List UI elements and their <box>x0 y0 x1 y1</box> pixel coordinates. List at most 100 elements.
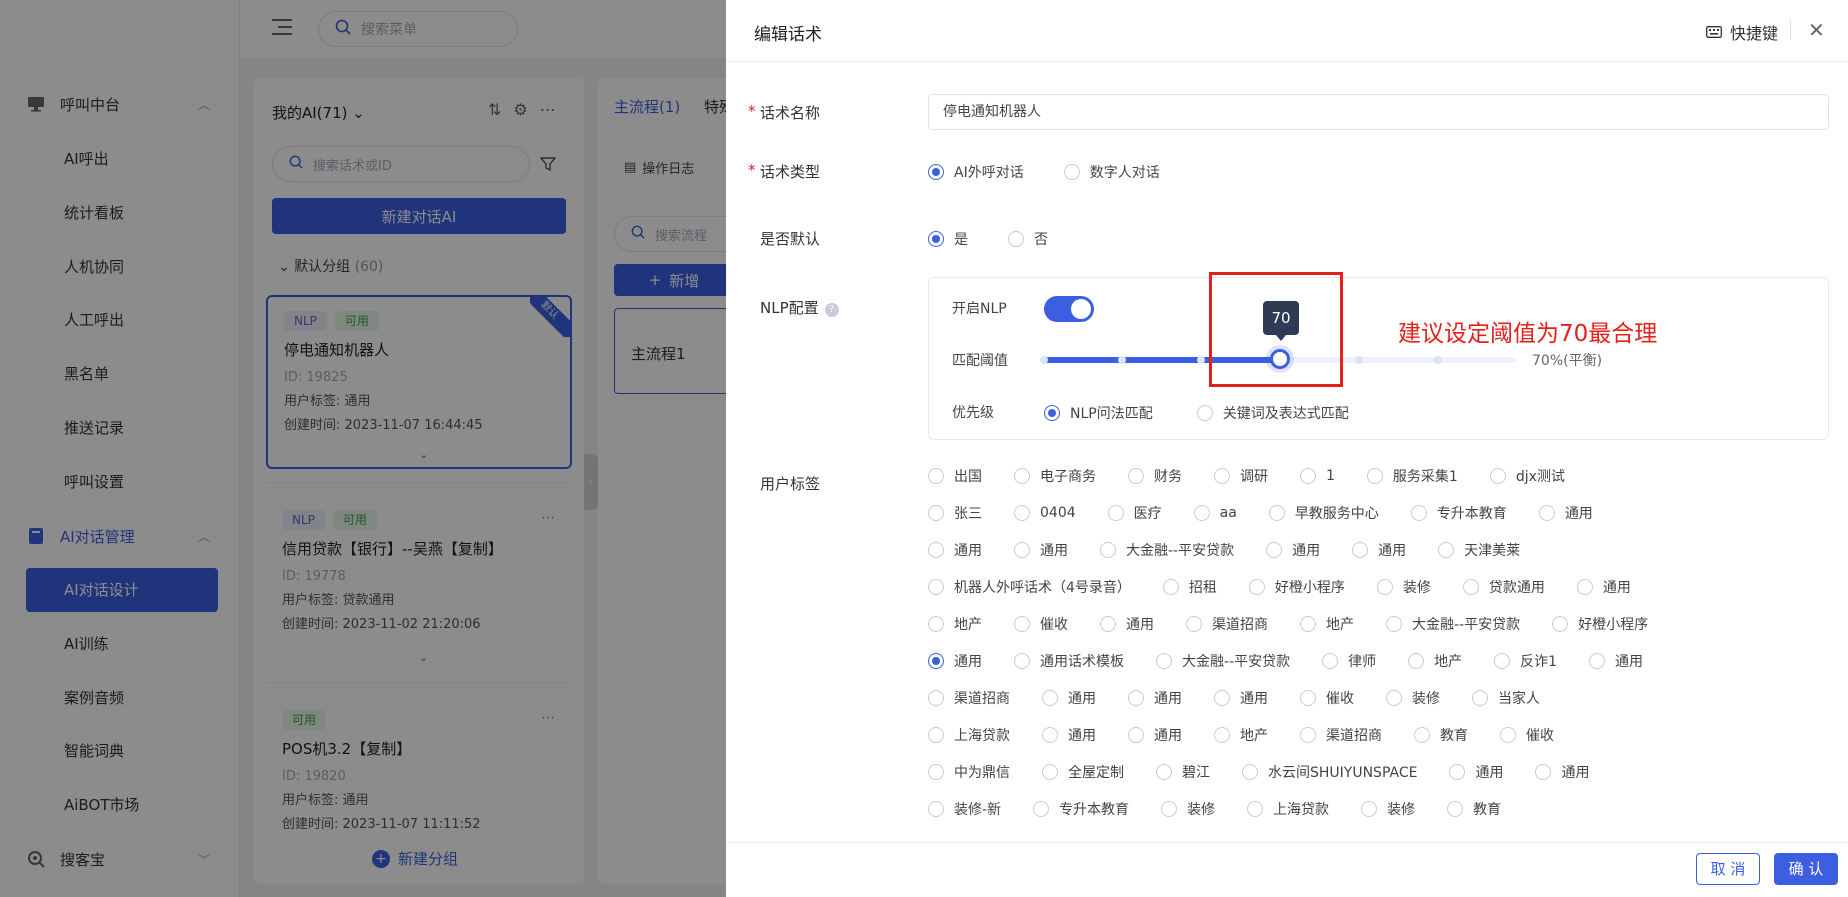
user-tag-option[interactable]: 通用话术模板 <box>1014 651 1124 671</box>
user-tag-option[interactable]: 大金融--平安贷款 <box>1386 614 1520 634</box>
user-tag-label: 水云间SHUIYUNSPACE <box>1268 765 1418 781</box>
user-tag-label: 地产 <box>954 617 982 633</box>
user-tag-option[interactable]: 地产 <box>1214 725 1268 745</box>
user-tag-option[interactable]: 通用 <box>1535 762 1589 782</box>
user-tag-option[interactable]: 装修 <box>1386 688 1440 708</box>
slider-mark <box>1355 356 1363 364</box>
user-tag-option[interactable]: 大金融--平安贷款 <box>1156 651 1290 671</box>
user-tag-option[interactable]: 调研 <box>1214 466 1268 486</box>
radio-ai-outbound[interactable]: AI外呼对话 <box>928 162 1024 182</box>
user-tag-label: 教育 <box>1440 728 1468 744</box>
user-tag-label: 1 <box>1326 468 1335 484</box>
user-tag-option[interactable]: 水云间SHUIYUNSPACE <box>1242 762 1417 782</box>
user-tag-row: 地产 催收 通用 渠道招商 地产 大金融--平安贷款 好橙小程序 <box>928 609 1680 639</box>
user-tag-label: 通用 <box>1292 543 1321 559</box>
user-tag-option[interactable]: 通用 <box>1352 540 1406 560</box>
user-tag-row: 渠道招商 通用 通用 通用 催收 装修 当家人 <box>928 683 1572 713</box>
user-tag-option[interactable]: aa <box>1193 505 1237 521</box>
user-tag-option[interactable]: 好橙小程序 <box>1248 577 1345 597</box>
user-tag-option[interactable]: 医疗 <box>1107 503 1162 523</box>
user-tag-label: 出国 <box>954 469 982 485</box>
user-tag-option[interactable]: 上海贷款 <box>928 725 1010 745</box>
user-tag-option[interactable]: 中为鼎信 <box>928 762 1010 782</box>
radio-keyword-match[interactable]: 关键词及表达式匹配 <box>1196 403 1349 423</box>
user-tag-option[interactable]: 地产 <box>1300 614 1354 634</box>
radio-no[interactable]: 否 <box>1008 229 1048 249</box>
user-tag-option[interactable]: 通用 <box>1449 762 1503 782</box>
user-tag-option[interactable]: 反诈1 <box>1494 651 1557 671</box>
user-tag-label: 通用 <box>1475 765 1504 781</box>
shortcut-button[interactable]: 快捷键 <box>1706 20 1778 44</box>
divider <box>1790 20 1791 40</box>
user-tag-option[interactable]: 服务采集1 <box>1366 466 1458 486</box>
user-tag-option[interactable]: 贷款通用 <box>1462 577 1545 597</box>
user-tag-option[interactable]: 律师 <box>1322 651 1376 671</box>
radio-label: AI外呼对话 <box>954 165 1024 181</box>
user-tag-option[interactable]: 通用 <box>1014 540 1068 560</box>
user-tag-option[interactable]: 通用 <box>1042 725 1096 745</box>
user-tag-option[interactable]: 通用 <box>1266 540 1320 560</box>
user-tag-option[interactable]: 天津美莱 <box>1438 540 1520 560</box>
user-tag-option[interactable]: 通用 <box>1589 651 1643 671</box>
user-tag-option[interactable]: 1 <box>1300 468 1335 484</box>
radio-label: 否 <box>1034 232 1048 248</box>
user-tag-option[interactable]: 通用 <box>1042 688 1096 708</box>
user-tag-option[interactable]: 大金融--平安贷款 <box>1100 540 1234 560</box>
user-tag-option[interactable]: 催收 <box>1500 725 1554 745</box>
user-tag-label: 中为鼎信 <box>954 765 1010 781</box>
user-tag-label: 通用 <box>954 543 982 559</box>
user-tag-option[interactable]: 通用 <box>1214 688 1268 708</box>
help-icon[interactable]: ? <box>824 303 839 317</box>
cancel-button[interactable]: 取 消 <box>1696 853 1760 885</box>
user-tag-option[interactable]: 教育 <box>1447 799 1501 819</box>
user-tag-option[interactable]: 通用 <box>1128 688 1182 708</box>
user-tag-option[interactable]: 通用 <box>1128 725 1182 745</box>
close-icon[interactable]: ✕ <box>1808 18 1825 42</box>
user-tag-option[interactable]: 全屋定制 <box>1042 762 1124 782</box>
user-tag-option[interactable]: 装修-新 <box>928 799 1001 819</box>
user-tag-option[interactable]: 好橙小程序 <box>1552 614 1648 634</box>
user-tag-option[interactable]: 渠道招商 <box>928 688 1010 708</box>
user-tag-option[interactable]: 招租 <box>1162 577 1217 597</box>
user-tag-label: 装修 <box>1387 802 1416 818</box>
user-tag-option[interactable]: 电子商务 <box>1014 466 1096 486</box>
user-tag-option[interactable]: 当家人 <box>1472 688 1540 708</box>
user-tag-option[interactable]: 地产 <box>928 614 982 634</box>
radio-nlp-match[interactable]: NLP问法匹配 <box>1044 403 1153 423</box>
radio-digital-human[interactable]: 数字人对话 <box>1063 162 1160 182</box>
user-tag-option[interactable]: 催收 <box>1014 614 1068 634</box>
user-tag-option[interactable]: 通用 <box>1100 614 1154 634</box>
user-tag-label: 大金融--平安贷款 <box>1126 543 1235 559</box>
nlp-toggle[interactable] <box>1044 296 1094 322</box>
user-tag-option[interactable]: djx测试 <box>1489 466 1565 486</box>
user-tag-option[interactable]: 财务 <box>1128 466 1182 486</box>
user-tag-option[interactable]: 0404 <box>1014 505 1076 521</box>
user-tag-option[interactable]: 专升本教育 <box>1410 503 1507 523</box>
user-tag-option[interactable]: 上海贷款 <box>1247 799 1329 819</box>
confirm-button[interactable]: 确 认 <box>1774 853 1838 885</box>
user-tag-option[interactable]: 专升本教育 <box>1033 799 1129 819</box>
user-tag-option[interactable]: 通用 <box>1538 503 1593 523</box>
user-tag-option[interactable]: 催收 <box>1300 688 1354 708</box>
user-tag-option[interactable]: 渠道招商 <box>1186 614 1268 634</box>
user-tag-option[interactable]: 机器人外呼话术（4号录音） <box>928 577 1131 597</box>
user-tag-option[interactable]: 通用 <box>928 540 982 560</box>
user-tag-option[interactable]: 早教服务中心 <box>1268 503 1379 523</box>
annotation-box <box>1209 272 1343 387</box>
user-tag-option[interactable]: 装修 <box>1361 799 1415 819</box>
drawer-footer <box>726 843 1848 897</box>
user-tag-option[interactable]: 通用 <box>1576 577 1631 597</box>
user-tag-label: 贷款通用 <box>1488 580 1545 596</box>
user-tag-option[interactable]: 通用 <box>928 651 982 671</box>
user-tag-option[interactable]: 装修 <box>1376 577 1431 597</box>
user-tag-option[interactable]: 渠道招商 <box>1300 725 1382 745</box>
script-name-input[interactable]: 停电通知机器人 <box>928 94 1829 130</box>
user-tag-option[interactable]: 装修 <box>1161 799 1215 819</box>
user-tag-option[interactable]: 张三 <box>928 503 982 523</box>
user-tag-option[interactable]: 教育 <box>1414 725 1468 745</box>
user-tag-label: 催收 <box>1040 617 1068 633</box>
user-tag-option[interactable]: 地产 <box>1408 651 1462 671</box>
user-tag-option[interactable]: 碧江 <box>1156 762 1210 782</box>
user-tag-option[interactable]: 出国 <box>928 466 982 486</box>
radio-yes[interactable]: 是 <box>928 229 968 249</box>
